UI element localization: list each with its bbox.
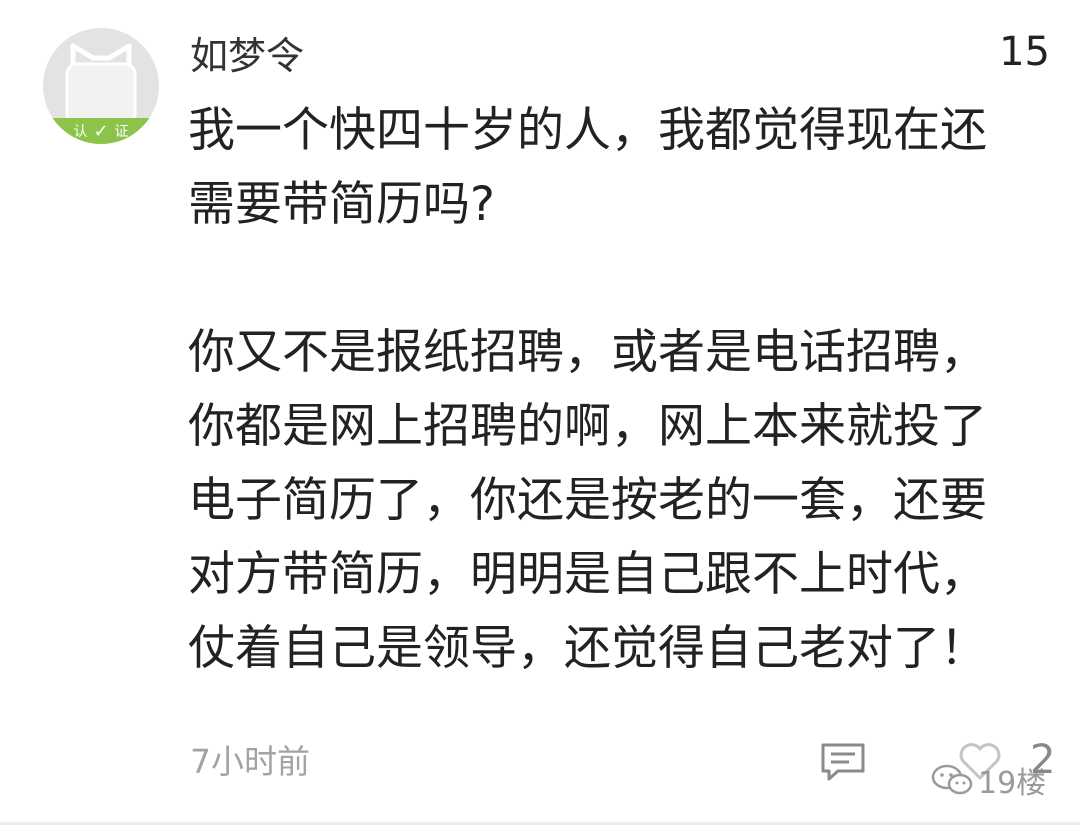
reply-count[interactable]: 2 — [1030, 740, 1055, 780]
wechat-icon — [931, 764, 973, 795]
comment-bubble-icon[interactable] — [820, 742, 866, 782]
check-icon: ✓ — [93, 120, 109, 142]
comment-line-blank — [188, 242, 1068, 316]
comment-line: 电子简历了，你还是按老的一套，还要 — [188, 473, 987, 528]
verified-badge-left: 认 — [73, 124, 88, 140]
verified-badge: 认 ✓ 证 — [43, 118, 159, 144]
watermark: 19楼 — [930, 758, 1046, 802]
comment-line: 对方带简历，明明是自己跟不上时代， — [188, 547, 987, 602]
comment-line: 我一个快四十岁的人，我都觉得现在还 — [188, 103, 987, 158]
verified-badge-right: 证 — [114, 124, 129, 140]
like-count[interactable]: 15 — [999, 28, 1050, 76]
username[interactable]: 如梦令 — [190, 32, 304, 80]
avatar[interactable]: 认 ✓ 证 — [43, 28, 159, 144]
comment-line: 需要带简历吗? — [188, 177, 495, 232]
comment-line: 仗着自己是领导，还觉得自己老对了！ — [188, 621, 987, 676]
timestamp: 7小时前 — [190, 742, 310, 781]
comment-text: 我一个快四十岁的人，我都觉得现在还 需要带简历吗? 你又不是报纸招聘，或者是电话… — [188, 94, 1068, 686]
comment-line: 你都是网上招聘的啊，网上本来就投了 — [188, 399, 987, 454]
comment-line: 你又不是报纸招聘，或者是电话招聘， — [188, 325, 987, 380]
